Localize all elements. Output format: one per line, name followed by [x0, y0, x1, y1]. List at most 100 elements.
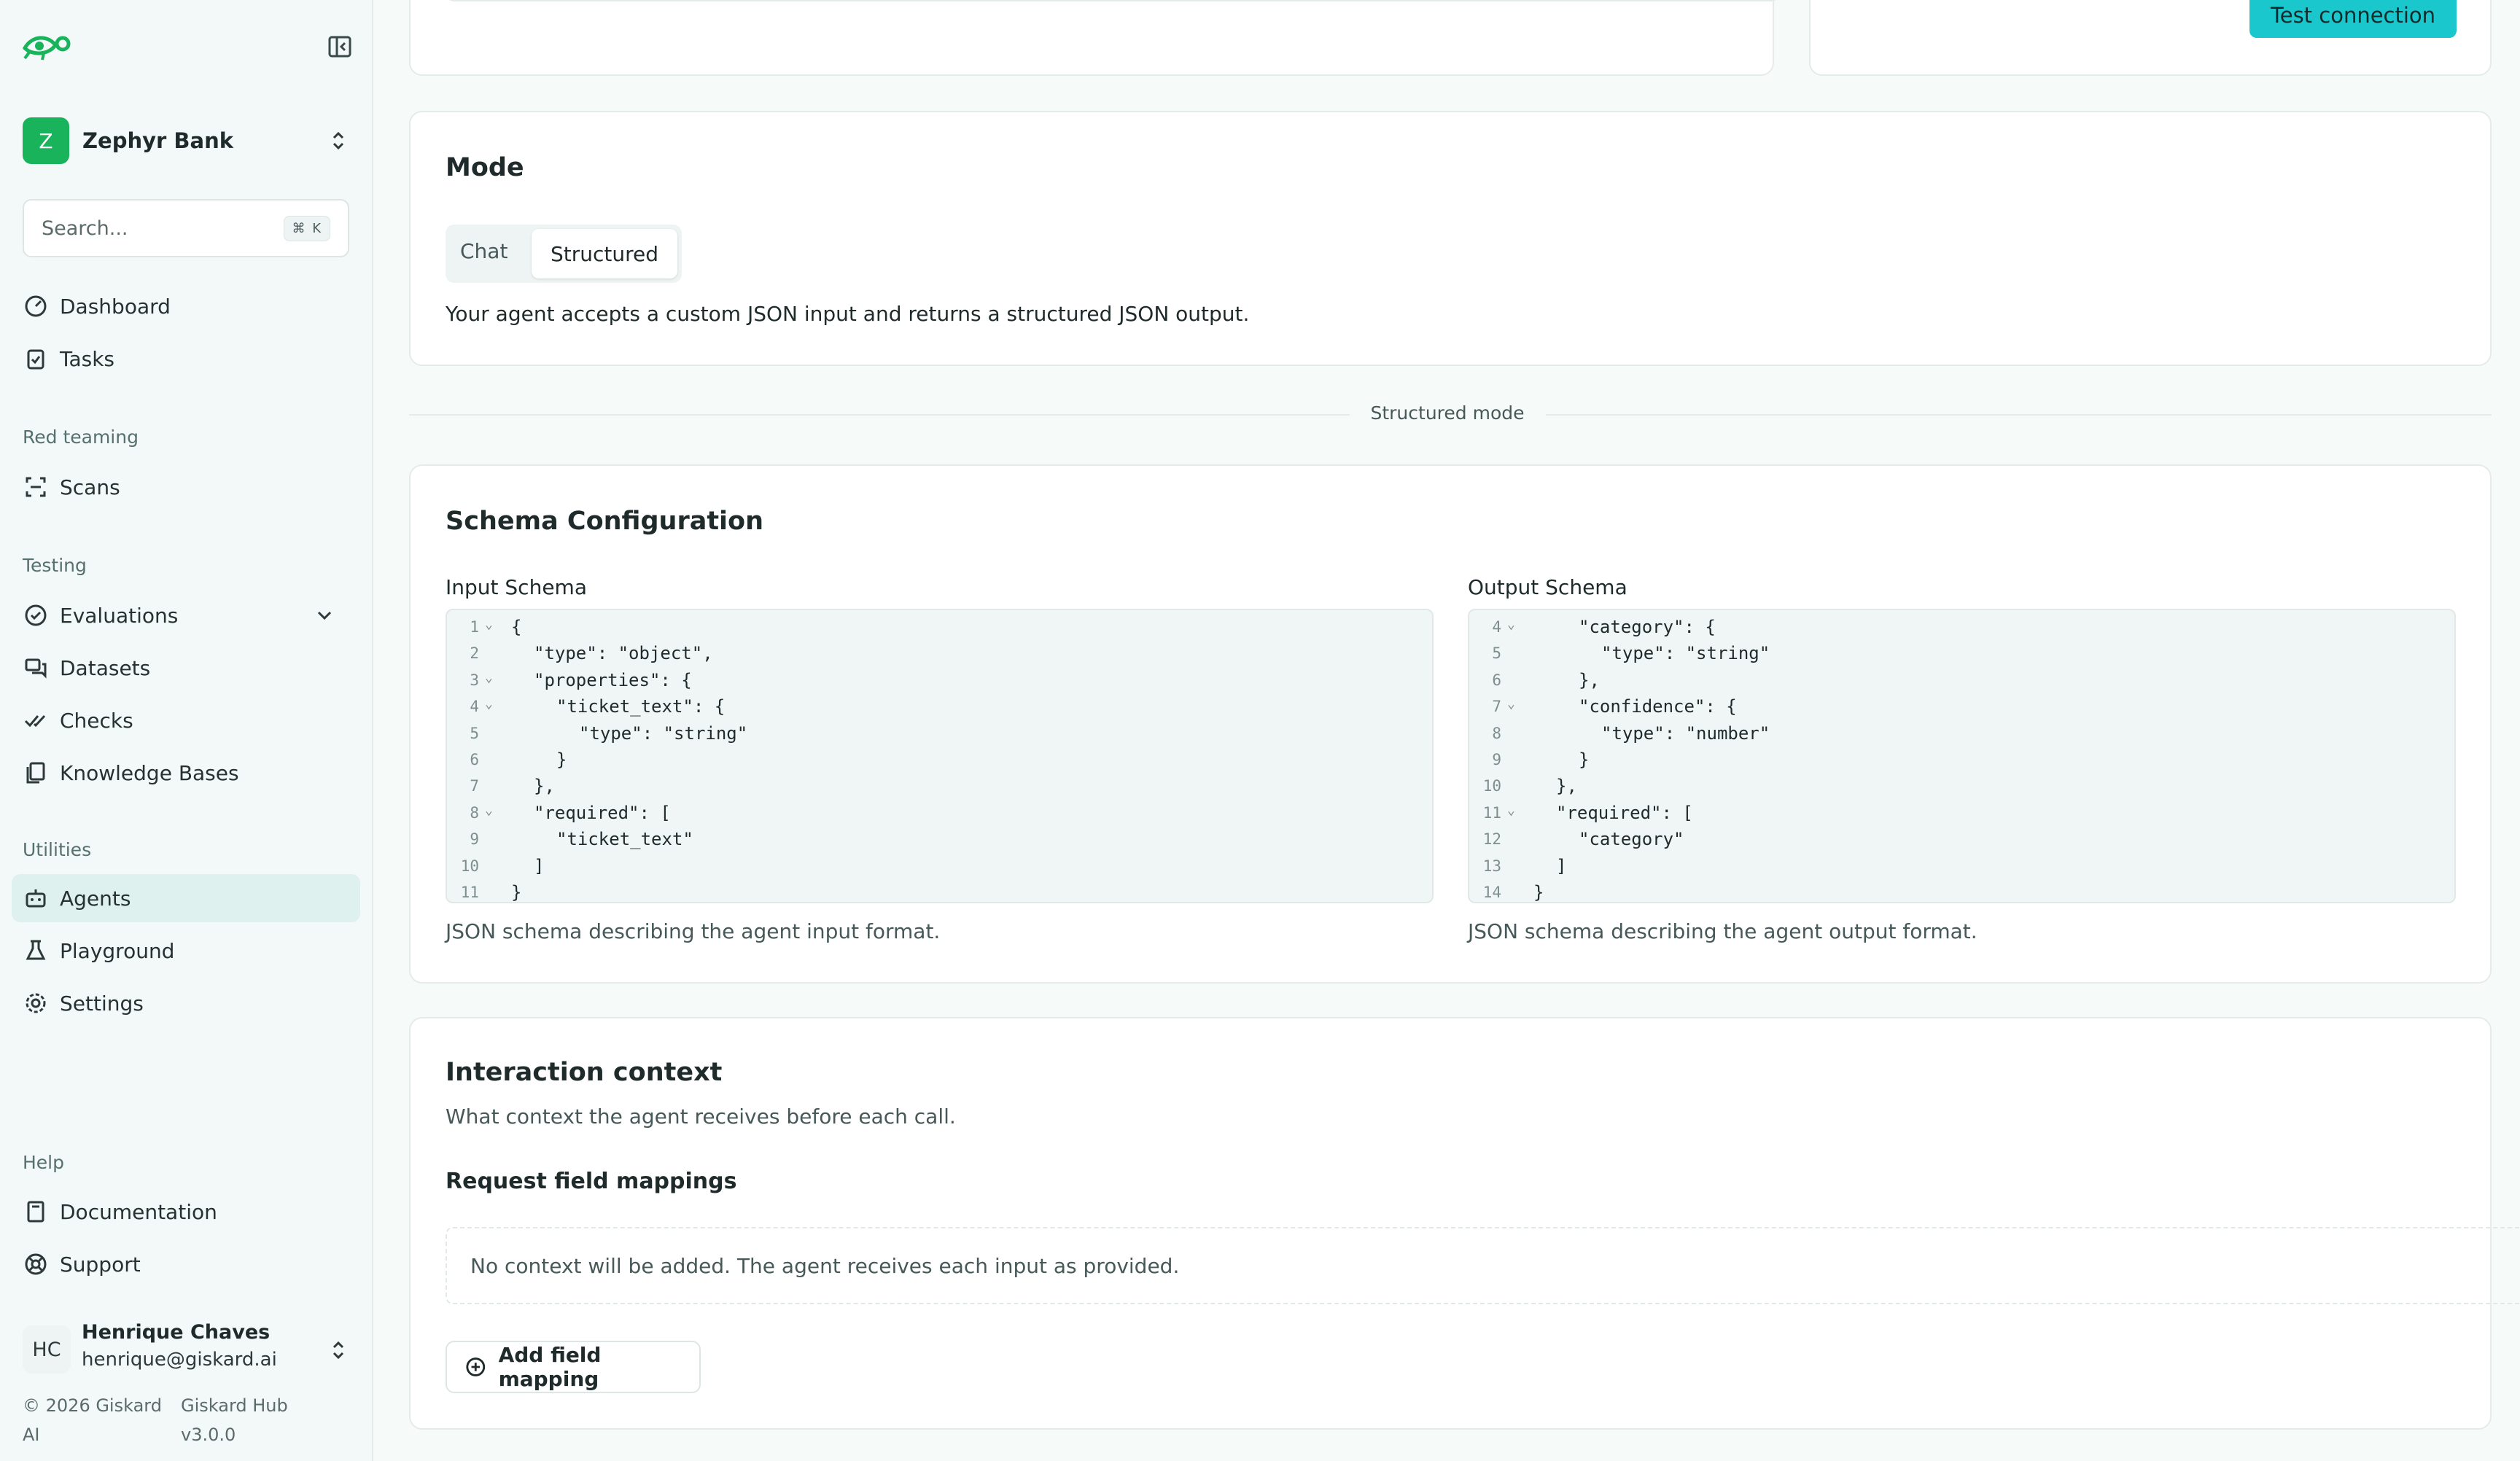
code-line: 7}, — [447, 772, 1432, 798]
code-line: 4 ⌄ "ticket_text": { — [447, 693, 1432, 719]
org-avatar: Z — [23, 117, 69, 164]
fold-chevron-icon[interactable]: ⌄ — [485, 617, 493, 632]
chevron-down-icon[interactable] — [312, 603, 337, 628]
collapse-sidebar-icon[interactable] — [327, 34, 353, 60]
interaction-title: Interaction context — [446, 1058, 723, 1087]
fold-chevron-icon[interactable]: ⌄ — [1507, 696, 1515, 712]
add-field-mapping-label: Add field mapping — [498, 1343, 602, 1391]
version-line-1: Giskard Hub — [181, 1395, 288, 1416]
search-placeholder: Search... — [42, 217, 128, 240]
code-text: ] — [1556, 855, 1567, 876]
mode-title: Mode — [446, 153, 524, 182]
sidebar-item-dashboard[interactable]: Dashboard — [12, 282, 360, 330]
user-email: henrique@giskard.ai — [82, 1349, 277, 1371]
code-text: "category": { — [1579, 617, 1716, 637]
copyright-text: © 2026 Giskard AI — [23, 1391, 162, 1449]
output-schema-label: Output Schema — [1468, 575, 1628, 599]
mappings-title: Request field mappings — [446, 1169, 737, 1194]
sidebar-item-agents[interactable]: Agents — [12, 874, 360, 922]
schema-title: Schema Configuration — [446, 507, 764, 536]
fold-chevron-icon[interactable]: ⌄ — [485, 670, 493, 685]
code-text: "ticket_text": { — [556, 696, 726, 717]
code-text: "type": "string" — [579, 722, 748, 744]
code-text: "ticket_text" — [556, 829, 693, 850]
sidebar-item-scans[interactable]: Scans — [12, 463, 360, 511]
line-number: 1 — [470, 618, 479, 636]
line-number: 10 — [1482, 777, 1501, 795]
sidebar-item-support[interactable]: Support — [12, 1240, 360, 1288]
search-input[interactable]: Search... ⌘ K — [23, 199, 349, 257]
section-label-utilities: Utilities — [23, 839, 92, 860]
code-text: ] — [534, 855, 545, 876]
library-icon — [26, 762, 45, 784]
line-number: 10 — [460, 857, 479, 875]
mode-option-structured[interactable]: Structured — [532, 229, 677, 278]
code-text: }, — [1556, 776, 1577, 797]
line-number: 5 — [1492, 644, 1501, 663]
scan-icon — [26, 477, 46, 497]
code-text: "properties": { — [534, 669, 692, 690]
user-name: Henrique Chaves — [82, 1321, 271, 1344]
line-number: 8 — [470, 803, 479, 822]
clipboard-check-icon — [27, 349, 44, 370]
mappings-empty-state: No context will be added. The agent rece… — [446, 1227, 2520, 1304]
line-number: 13 — [1482, 857, 1501, 875]
line-number: 7 — [470, 777, 479, 795]
code-text: "type": "number" — [1601, 722, 1770, 744]
code-text: { — [511, 617, 522, 637]
line-number: 9 — [1492, 751, 1501, 768]
sidebar: Z Zephyr Bank Search... ⌘ K Dashboard Ta… — [0, 0, 373, 1461]
messages-icon — [25, 658, 47, 679]
sidebar-item-documentation[interactable]: Documentation — [12, 1188, 360, 1236]
code-text: } — [1533, 882, 1544, 903]
code-line: 8 ⌄ "required": [ — [447, 799, 1432, 825]
section-label-help: Help — [23, 1152, 64, 1173]
sidebar-item-checks[interactable]: Checks — [12, 696, 360, 744]
sidebar-item-knowledge-bases[interactable]: Knowledge Bases — [12, 749, 360, 797]
bot-icon — [26, 889, 46, 908]
code-text: } — [511, 882, 522, 903]
line-number: 9 — [470, 830, 479, 849]
line-number: 4 — [470, 698, 479, 716]
sidebar-item-settings[interactable]: Settings — [12, 979, 360, 1027]
avatar: HC — [23, 1325, 71, 1374]
code-line: 9} — [1469, 746, 2454, 772]
mode-option-chat[interactable]: Chat — [460, 239, 508, 263]
mode-toggle: Chat Structured — [446, 225, 682, 283]
fold-chevron-icon[interactable]: ⌄ — [1507, 803, 1515, 818]
sidebar-item-playground[interactable]: Playground — [12, 927, 360, 975]
test-connection-button[interactable]: Test connection — [2249, 0, 2457, 38]
code-line: 10] — [447, 852, 1432, 878]
fold-chevron-icon[interactable]: ⌄ — [485, 803, 493, 818]
copyright-line-2: AI — [23, 1425, 40, 1445]
output-schema-help: JSON schema describing the agent output … — [1468, 919, 1978, 943]
sidebar-item-datasets[interactable]: Datasets — [12, 644, 360, 692]
chevron-up-down-icon — [332, 131, 344, 150]
code-text: "required": [ — [534, 802, 671, 823]
section-divider-label: Structured mode — [1370, 402, 1525, 424]
output-schema-editor[interactable]: 4 ⌄ "category": {5 "type": "string" 6}, 7 ⌄ "co… — [1468, 609, 2456, 903]
code-text: }, — [1579, 669, 1600, 690]
code-line: 11 ⌄ "required": [ — [1469, 799, 2454, 825]
chevron-up-down-icon — [332, 1341, 344, 1360]
line-number: 8 — [1492, 724, 1501, 742]
add-field-mapping-button[interactable]: Add field mapping — [446, 1341, 701, 1393]
code-line: 10}, — [1469, 772, 2454, 798]
divider-line-left — [409, 414, 1350, 416]
code-text: "required": [ — [1556, 802, 1693, 823]
input-schema-editor[interactable]: 1 ⌄ {2 "type": "object", 3 ⌄ "properties": {4 ⌄… — [446, 609, 1434, 903]
fold-chevron-icon[interactable]: ⌄ — [485, 696, 493, 712]
code-line: 6} — [447, 746, 1432, 772]
book-icon — [27, 1201, 44, 1223]
org-switcher[interactable]: Z Zephyr Bank — [23, 117, 351, 165]
code-line: 13] — [1469, 852, 2454, 878]
user-menu[interactable]: HC Henrique Chaves henrique@giskard.ai — [23, 1320, 351, 1381]
fold-chevron-icon[interactable]: ⌄ — [1507, 617, 1515, 632]
plus-circle-icon — [466, 1357, 486, 1376]
copyright-line-1: © 2026 Giskard — [23, 1395, 162, 1416]
giskard-logo-icon[interactable] — [22, 31, 73, 61]
sidebar-item-evaluations[interactable]: Evaluations — [12, 591, 360, 639]
code-line: 9 "ticket_text" — [447, 825, 1432, 852]
sidebar-item-label: Agents — [60, 886, 131, 911]
sidebar-item-tasks[interactable]: Tasks — [12, 335, 360, 383]
